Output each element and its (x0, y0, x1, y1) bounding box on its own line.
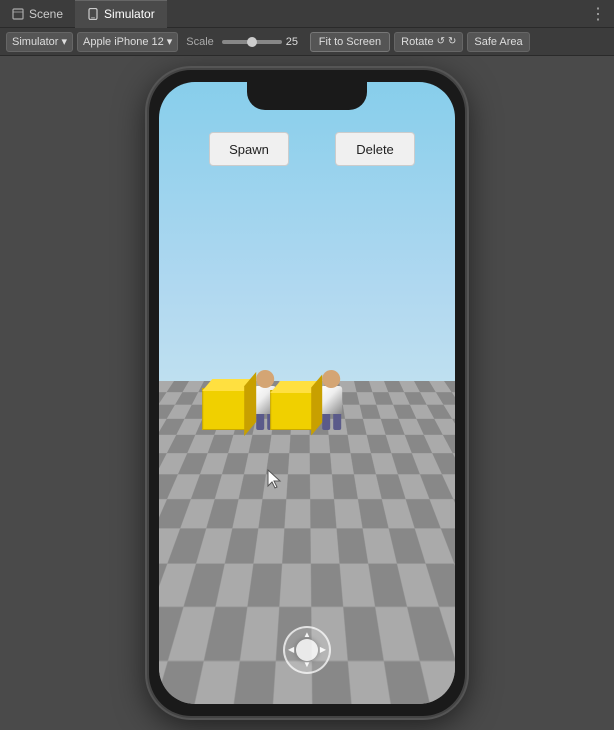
joystick-right-arrow: ▶ (320, 646, 326, 654)
scale-value: 25 (286, 36, 306, 48)
device-dropdown[interactable]: Apple iPhone 12 ▾ (77, 32, 178, 52)
simulator-dropdown[interactable]: Simulator ▾ (6, 32, 73, 52)
joystick-arrows: ▲ ▼ ◀ ▶ (285, 628, 329, 672)
cube-2-side (311, 375, 322, 436)
simulator-dropdown-label: Simulator (12, 36, 58, 48)
cursor (266, 468, 286, 488)
scale-slider[interactable] (222, 40, 282, 44)
char-2-leg-right (333, 414, 341, 430)
char-1-head (256, 370, 274, 388)
screen-content: Spawn Delete (159, 82, 455, 704)
delete-button-label: Delete (356, 142, 394, 157)
scale-slider-thumb (247, 37, 257, 47)
scene-icon (12, 8, 24, 20)
cube-2 (270, 390, 314, 430)
main-area: Spawn Delete (0, 56, 614, 730)
char-1-leg-left (256, 414, 264, 430)
fit-to-screen-button[interactable]: Fit to Screen (310, 32, 390, 52)
char-2-body (320, 386, 342, 414)
tab-simulator[interactable]: Simulator (75, 0, 167, 28)
toolbar: Simulator ▾ Apple iPhone 12 ▾ Scale 25 F… (0, 28, 614, 56)
spawn-button-label: Spawn (229, 142, 269, 157)
safe-area-label: Safe Area (474, 36, 522, 48)
tab-scene[interactable]: Scene (0, 0, 75, 28)
cursor-icon (266, 468, 286, 490)
scale-label: Scale (182, 36, 218, 48)
char-2-head (322, 370, 340, 388)
safe-area-button[interactable]: Safe Area (467, 32, 529, 52)
joystick-up-arrow: ▲ (303, 631, 311, 639)
delete-button[interactable]: Delete (335, 132, 415, 166)
device-label: Apple iPhone 12 (83, 36, 164, 48)
tab-bar: Scene Simulator ⋮ (0, 0, 614, 28)
char-2-leg-left (322, 414, 330, 430)
tab-options-menu[interactable]: ⋮ (590, 4, 614, 24)
character-2 (320, 370, 342, 430)
spawn-button[interactable]: Spawn (209, 132, 289, 166)
rotate-label: Rotate (401, 36, 433, 48)
char-2-legs (322, 414, 341, 430)
rotate-button[interactable]: Rotate ↺ ↻ (394, 32, 463, 52)
joystick-down-arrow: ▼ (303, 661, 311, 669)
joystick-left-arrow: ◀ (288, 646, 294, 654)
cube-1 (202, 388, 248, 430)
device-chevron-icon: ▾ (167, 35, 173, 48)
tab-scene-label: Scene (29, 7, 63, 21)
phone-notch (247, 82, 367, 110)
rotate-icon: ↺ (437, 36, 445, 47)
rotate-right-icon: ↻ (448, 36, 456, 47)
joystick-outer: ▲ ▼ ◀ ▶ (283, 626, 331, 674)
phone-frame: Spawn Delete (147, 68, 467, 718)
phone-screen: Spawn Delete (159, 82, 455, 704)
joystick[interactable]: ▲ ▼ ◀ ▶ (283, 626, 331, 674)
simulator-chevron-icon: ▾ (61, 35, 67, 48)
simulator-icon (87, 8, 99, 20)
tab-simulator-label: Simulator (104, 7, 155, 21)
